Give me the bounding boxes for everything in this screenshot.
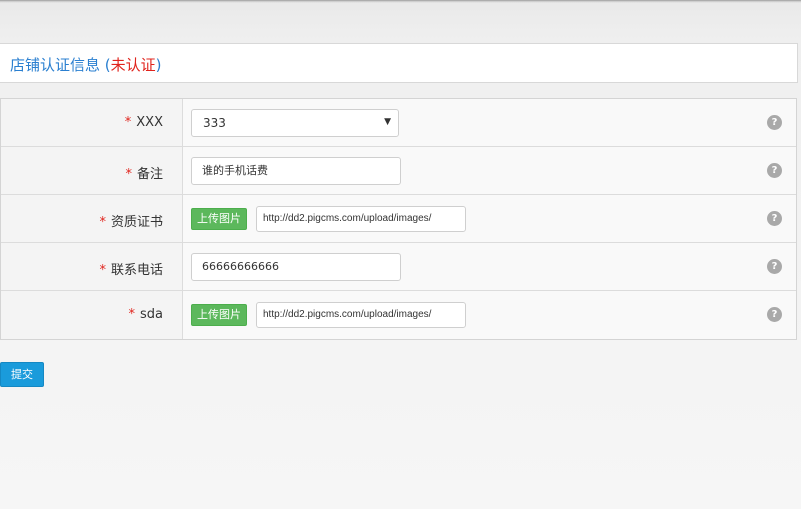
question-circle-icon[interactable]: ? [767,163,782,178]
form-row-xxx: * XXX 333 ▼ ? [1,99,796,147]
page-title: 店铺认证信息 (未认证) [10,56,162,74]
remark-input[interactable]: 谁的手机话费 [191,157,401,185]
required-mark: * [125,167,132,182]
page-title-main: 店铺认证信息 [10,56,101,74]
required-mark: * [124,115,132,130]
field-label-sda: * sda [128,307,164,322]
field-label-xxx: * XXX [124,115,163,130]
question-circle-icon[interactable]: ? [767,307,782,322]
field-label-phone: * 联系电话 [99,263,163,278]
question-circle-icon[interactable]: ? [767,259,782,274]
upload-sda-button[interactable]: 上传图片 [191,304,247,326]
form-row-phone: * 联系电话 66666666666 ? [1,243,796,291]
value-cell: 上传图片 http://dd2.pigcms.com/upload/images… [183,195,796,242]
label-cell: * 联系电话 [1,243,183,290]
label-cell: * sda [1,291,183,339]
form-row-certificate: * 资质证书 上传图片 http://dd2.pigcms.com/upload/… [1,195,796,243]
question-circle-icon[interactable]: ? [767,115,782,130]
field-label-certificate: * 资质证书 [99,215,163,230]
form-row-sda: * sda 上传图片 http://dd2.pigcms.com/upload/i… [1,291,796,339]
page-header: 店铺认证信息 (未认证) [0,43,798,83]
xxx-select[interactable]: 333 ▼ [191,109,399,137]
label-cell: * 备注 [1,147,183,194]
caret-down-icon: ▼ [384,117,391,127]
top-shadow [0,0,801,3]
submit-button[interactable]: 提交 [0,362,44,387]
verification-status: 未认证 [110,56,156,74]
value-cell: 上传图片 http://dd2.pigcms.com/upload/images… [183,291,796,339]
upload-certificate-button[interactable]: 上传图片 [191,208,247,230]
required-mark: * [99,263,106,278]
field-label-remark: * 备注 [125,167,163,182]
phone-input[interactable]: 66666666666 [191,253,401,281]
certification-form: * XXX 333 ▼ ? * 备注 谁的手机话费 ? * 资质证书 上传图片 htt… [0,98,797,340]
xxx-select-value: 333 [203,116,226,130]
label-cell: * 资质证书 [1,195,183,242]
certificate-url-input[interactable]: http://dd2.pigcms.com/upload/images/ [256,206,466,232]
required-mark: * [128,307,136,322]
question-circle-icon[interactable]: ? [767,211,782,226]
label-cell: * XXX [1,99,183,146]
sda-url-input[interactable]: http://dd2.pigcms.com/upload/images/ [256,302,466,328]
form-row-remark: * 备注 谁的手机话费 ? [1,147,796,195]
value-cell: 333 ▼ ? [183,99,796,146]
required-mark: * [99,215,106,230]
value-cell: 66666666666 ? [183,243,796,290]
value-cell: 谁的手机话费 ? [183,147,796,194]
